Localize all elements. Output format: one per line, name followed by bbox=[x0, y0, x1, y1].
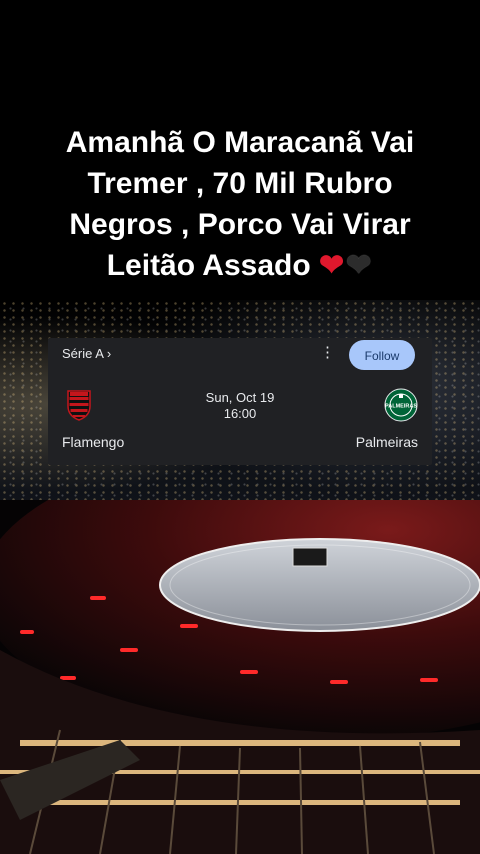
black-heart-icon: ❤ bbox=[346, 249, 374, 282]
home-team[interactable]: Flamengo bbox=[62, 388, 124, 450]
match-card[interactable]: Série A › ⋮ Follow Flamengo Sun, Oct 19 … bbox=[48, 338, 432, 465]
palmeiras-crest-text: PALMEIRAS bbox=[385, 404, 417, 410]
away-team[interactable]: PALMEIRAS Palmeiras bbox=[356, 388, 418, 450]
caption-line-4-text: Leitão Assado bbox=[106, 249, 311, 282]
away-team-name: Palmeiras bbox=[355, 434, 418, 450]
follow-button[interactable]: Follow bbox=[349, 340, 415, 370]
palmeiras-crest-icon: PALMEIRAS bbox=[384, 388, 418, 422]
home-team-name: Flamengo bbox=[62, 434, 125, 450]
league-label: Série A bbox=[62, 346, 104, 361]
match-datetime: Sun, Oct 19 16:00 bbox=[180, 390, 300, 422]
caption-line-1: Amanhã O Maracanã Vai bbox=[65, 126, 415, 159]
caption-line-2: Tremer , 70 Mil Rubro bbox=[87, 167, 393, 200]
caption-line-4: Leitão Assado ❤❤ bbox=[20, 245, 460, 286]
chevron-right-icon: › bbox=[106, 346, 112, 361]
red-heart-icon: ❤ bbox=[319, 249, 347, 282]
league-link[interactable]: Série A › bbox=[62, 346, 111, 361]
match-date: Sun, Oct 19 bbox=[205, 390, 275, 405]
flamengo-crest-icon bbox=[67, 390, 91, 421]
more-options-icon[interactable]: ⋮ bbox=[320, 345, 335, 364]
match-time: 16:00 bbox=[223, 406, 257, 421]
caption-overlay: Amanhã O Maracanã Vai Tremer , 70 Mil Ru… bbox=[20, 122, 460, 286]
caption-line-3: Negros , Porco Vai Virar bbox=[69, 208, 411, 241]
stadium-aerial bbox=[0, 500, 480, 854]
